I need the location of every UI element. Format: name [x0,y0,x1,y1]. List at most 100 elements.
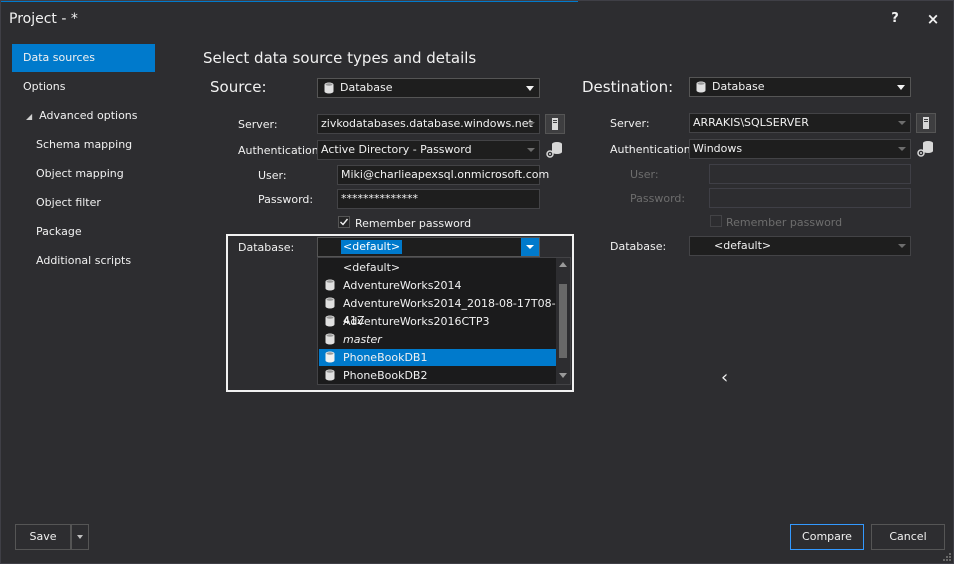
sidebar-item-options[interactable]: Options [12,73,155,101]
source-server-label: Server: [238,118,278,131]
destination-database-label: Database: [610,240,667,253]
destination-remember-checkbox[interactable] [710,215,722,227]
window-title: Project - * [9,11,78,27]
destination-database-combo[interactable]: <default> [689,236,911,256]
database-icon [325,315,335,327]
source-auth-label: Authentication: [238,144,323,157]
sidebar-item-advanced-options[interactable]: ◢ Advanced options [12,102,155,130]
sidebar-item-package[interactable]: Package [12,218,155,246]
database-option-label: PhoneBookDB1 [343,351,428,364]
project-dialog: Project - * ? × Data sources Options ◢ Ad… [0,0,954,564]
source-database-label: Database: [238,241,295,254]
title-bar: Project - * ? × [1,1,953,37]
source-database-dropdown-button[interactable] [521,238,539,256]
database-option-label: PhoneBookDB2 [343,369,428,382]
chevron-down-icon [527,148,535,152]
scrollbar-thumb[interactable] [559,284,567,358]
sidebar-item-data-sources[interactable]: Data sources [12,44,155,72]
destination-server-label: Server: [610,117,650,130]
destination-auth-settings-button[interactable] [916,139,936,159]
source-label: Source: [210,78,267,96]
scroll-down-arrow-icon[interactable] [559,373,567,378]
dropdown-scrollbar[interactable] [556,258,570,384]
database-icon [696,81,706,93]
save-button[interactable]: Save [15,524,71,550]
source-user-label: User: [258,169,287,182]
source-auth-settings-button[interactable] [545,140,565,160]
chevron-down-icon [526,86,534,91]
database-icon [325,297,335,309]
source-auth-value: Active Directory - Password [321,143,472,156]
source-server-browse-button[interactable] [545,114,565,134]
database-settings-icon [917,141,933,157]
database-option-label: <default> [343,261,401,274]
source-auth-combo[interactable]: Active Directory - Password [317,140,540,160]
section-title: Select data source types and details [203,49,477,67]
source-database-combo[interactable]: <default> [317,237,540,257]
server-icon [923,117,929,129]
chevron-down-icon [898,244,906,248]
checkmark-icon [340,218,349,226]
save-options-button[interactable] [71,524,89,550]
destination-server-value: ARRAKIS\SQLSERVER [693,116,809,129]
sidebar-item-object-mapping[interactable]: Object mapping [12,160,155,188]
sidebar-item-label: Advanced options [39,109,138,122]
source-user-field[interactable]: Miki@charlieapexsql.onmicrosoft.com [337,165,549,185]
destination-auth-combo[interactable]: Windows [689,139,911,159]
source-type-combo[interactable]: Database [317,78,540,98]
database-option-phonebookdb2[interactable]: PhoneBookDB2 [319,367,556,384]
destination-remember-label[interactable]: Remember password [726,216,842,229]
source-database-dropdown-list: <default> AdventureWorks2014 AdventureWo… [317,257,571,385]
database-option-adventureworks2014-snapshot[interactable]: AdventureWorks2014_2018-08-17T08-41Z [319,295,556,327]
close-button[interactable]: × [925,11,941,27]
expand-triangle-icon[interactable]: ◢ [26,112,32,121]
cancel-button[interactable]: Cancel [871,524,945,550]
database-icon [325,369,335,381]
back-arrow-icon[interactable]: ‹ [721,367,728,388]
chevron-down-icon [527,122,535,126]
sidebar-item-additional-scripts[interactable]: Additional scripts [12,247,155,275]
destination-auth-value: Windows [693,142,743,155]
title-accent-line [1,1,578,2]
destination-user-label: User: [630,168,659,181]
destination-server-browse-button[interactable] [916,113,936,133]
destination-password-label: Password: [630,192,686,205]
database-option-label: AdventureWorks2016CTP3 [343,315,490,328]
database-option-phonebookdb1[interactable]: PhoneBookDB1 [319,349,556,366]
source-remember-label[interactable]: Remember password [355,217,471,230]
destination-server-combo[interactable]: ARRAKIS\SQLSERVER [689,113,911,133]
chevron-down-icon [77,535,83,539]
sidebar-item-schema-mapping[interactable]: Schema mapping [12,131,155,159]
source-server-value: zivkodatabases.database.windows.net [321,117,533,130]
source-password-label: Password: [258,193,314,206]
database-icon [324,82,334,94]
chevron-down-icon [526,245,534,249]
destination-database-value: <default> [714,239,772,252]
source-remember-checkbox[interactable] [338,216,350,228]
sidebar: Data sources Options ◢ Advanced options S… [9,41,159,511]
database-option-master[interactable]: master [319,331,556,348]
destination-type-value: Database [712,80,765,93]
database-icon [325,333,335,345]
database-icon [325,351,335,363]
database-option-label: master [343,333,382,346]
destination-type-combo[interactable]: Database [689,77,911,97]
source-type-value: Database [340,81,393,94]
help-button[interactable]: ? [887,11,903,27]
source-server-combo[interactable]: zivkodatabases.database.windows.net [317,114,540,134]
database-icon [325,279,335,291]
compare-button[interactable]: Compare [790,524,864,550]
destination-password-field[interactable] [709,188,911,208]
destination-user-field[interactable] [709,164,911,184]
database-option-default[interactable]: <default> [319,259,556,276]
source-password-field[interactable]: ************** [337,189,540,209]
database-option-adventureworks2014[interactable]: AdventureWorks2014 [319,277,556,294]
chevron-down-icon [898,121,906,125]
destination-auth-label: Authentication: [610,143,695,156]
source-database-value: <default> [341,240,403,254]
scroll-up-arrow-icon[interactable] [559,262,567,267]
resize-grip-icon[interactable] [943,553,951,561]
sidebar-item-object-filter[interactable]: Object filter [12,189,155,217]
database-option-adventureworks2016ctp3[interactable]: AdventureWorks2016CTP3 [319,313,556,330]
chevron-down-icon [897,85,905,90]
